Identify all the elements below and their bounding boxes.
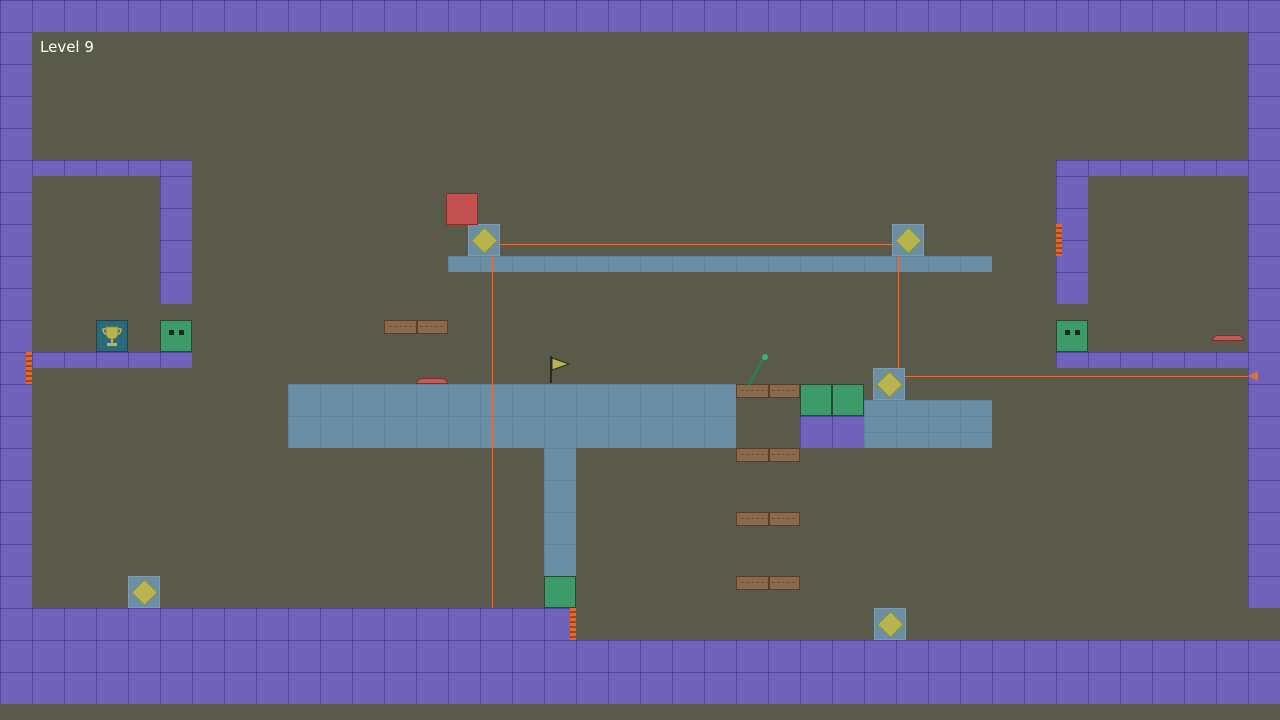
spikes-floor-step <box>570 608 576 640</box>
laser-beam-right-vertical <box>898 256 899 368</box>
trophy-icon <box>102 326 122 346</box>
laser-beam-right <box>905 376 1248 377</box>
level-label: Level 9 <box>40 38 94 56</box>
diamond-block-floor-left <box>128 576 160 608</box>
plank-4 <box>736 576 800 590</box>
right-chamber-ceiling <box>1056 160 1248 176</box>
plank-2 <box>736 448 800 462</box>
plank-3 <box>736 512 800 526</box>
green-character-left[interactable] <box>160 320 192 352</box>
right-water-platform <box>864 400 992 448</box>
right-chamber-ledge <box>1056 352 1248 368</box>
diamond-block-floor-right <box>874 608 906 640</box>
laser-beam-left-vertical <box>492 256 493 608</box>
floor-bottom <box>0 640 1280 704</box>
upper-water-platform <box>448 256 992 272</box>
diamond-block-top-left <box>468 224 500 256</box>
laser-emitter-icon <box>1248 371 1258 381</box>
flag-icon <box>550 356 571 383</box>
wall-right <box>1248 32 1280 608</box>
green-block-floor <box>544 576 576 608</box>
plank-1 <box>736 384 800 398</box>
center-wall-block <box>800 416 864 448</box>
green-block-1 <box>800 384 832 416</box>
diamond-block-middle <box>873 368 905 400</box>
floor-left <box>0 608 576 640</box>
diamond-block-top-right <box>892 224 924 256</box>
pressure-pad-right <box>1212 335 1244 341</box>
wall-left <box>0 32 32 608</box>
pressure-pad-left <box>416 378 448 384</box>
laser-beam-top <box>499 244 893 245</box>
spikes-left-wall <box>26 352 32 384</box>
plank-upper <box>384 320 448 334</box>
spikes-right-pillar <box>1056 224 1062 256</box>
wall-top <box>0 0 1280 32</box>
goal-tile <box>96 320 128 352</box>
lever-icon[interactable] <box>746 352 770 386</box>
green-block-2 <box>832 384 864 416</box>
left-chamber-ceiling <box>32 160 192 176</box>
water-column <box>544 448 576 576</box>
left-chamber-pillar <box>160 176 192 304</box>
green-character-right[interactable] <box>1056 320 1088 352</box>
main-water-platform <box>288 384 736 448</box>
left-chamber-ledge <box>32 352 192 368</box>
red-block <box>446 193 478 225</box>
